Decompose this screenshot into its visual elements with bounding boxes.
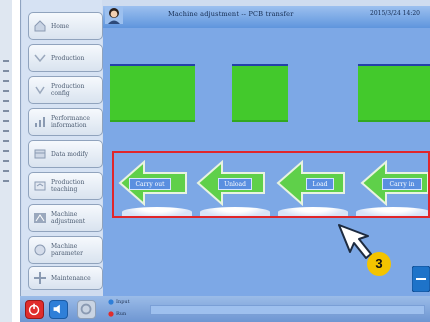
sound-button[interactable] xyxy=(49,300,68,319)
sidebar-item-label: Production xyxy=(51,54,85,62)
sidebar-item-label: Machine adjustment xyxy=(51,211,86,225)
production-icon xyxy=(34,54,46,63)
legend-label: Input xyxy=(116,299,130,305)
user-avatar-icon[interactable] xyxy=(105,6,123,24)
data-icon xyxy=(34,149,46,159)
config-icon xyxy=(35,86,45,95)
sidebar-item-label: Data modify xyxy=(51,150,88,158)
sidebar-item-production-teaching[interactable]: Production teaching xyxy=(28,172,103,200)
sidebar-item-label: Performance information xyxy=(51,115,90,129)
sidebar-item-data-modify[interactable]: Data modify xyxy=(28,140,103,168)
status-dot-icon xyxy=(108,299,114,305)
sidebar: Home Production Production config Perfor… xyxy=(22,0,103,290)
page-title: Machine adjustment -- PCB transfer xyxy=(168,10,294,18)
sidebar-item-production[interactable]: Production xyxy=(28,44,103,72)
power-button[interactable] xyxy=(25,300,44,319)
pcb-station-right xyxy=(358,64,430,122)
sidebar-item-performance[interactable]: Performance information xyxy=(28,108,103,136)
pcb-station-left xyxy=(110,64,195,122)
sidebar-item-label: Production teaching xyxy=(51,179,85,193)
chart-icon xyxy=(35,117,45,127)
legend-label: Run xyxy=(116,311,127,317)
next-page-icon[interactable] xyxy=(412,266,430,292)
home-icon xyxy=(34,20,46,32)
sidebar-item-label: Maintenance xyxy=(51,274,91,282)
refresh-button[interactable] xyxy=(77,300,96,319)
refresh-icon xyxy=(80,303,92,315)
sidebar-item-production-config[interactable]: Production config xyxy=(28,76,103,104)
teaching-icon xyxy=(34,181,46,191)
sidebar-item-label: Machine parameter xyxy=(51,243,83,257)
sidebar-item-machine-parameter[interactable]: Machine parameter xyxy=(28,236,103,264)
background-window-edge xyxy=(0,0,12,322)
power-icon xyxy=(28,303,40,316)
status-dot-icon xyxy=(108,311,114,317)
status-progress-track xyxy=(150,305,425,315)
step-number-badge: 3 xyxy=(367,252,391,276)
speaker-icon xyxy=(53,304,60,314)
maintenance-icon xyxy=(34,272,46,284)
sidebar-item-maintenance[interactable]: Maintenance xyxy=(28,266,103,290)
pcb-station-middle xyxy=(232,64,288,122)
sidebar-item-home[interactable]: Home xyxy=(28,12,103,40)
parameter-icon xyxy=(34,244,46,256)
clock: 2015/3/24 14:20 xyxy=(370,10,420,17)
highlight-frame xyxy=(112,151,430,218)
sidebar-item-label: Home xyxy=(51,22,70,30)
sidebar-item-machine-adjustment[interactable]: Machine adjustment xyxy=(28,204,103,232)
sidebar-item-label: Production config xyxy=(51,83,85,97)
adjust-icon xyxy=(34,213,46,223)
